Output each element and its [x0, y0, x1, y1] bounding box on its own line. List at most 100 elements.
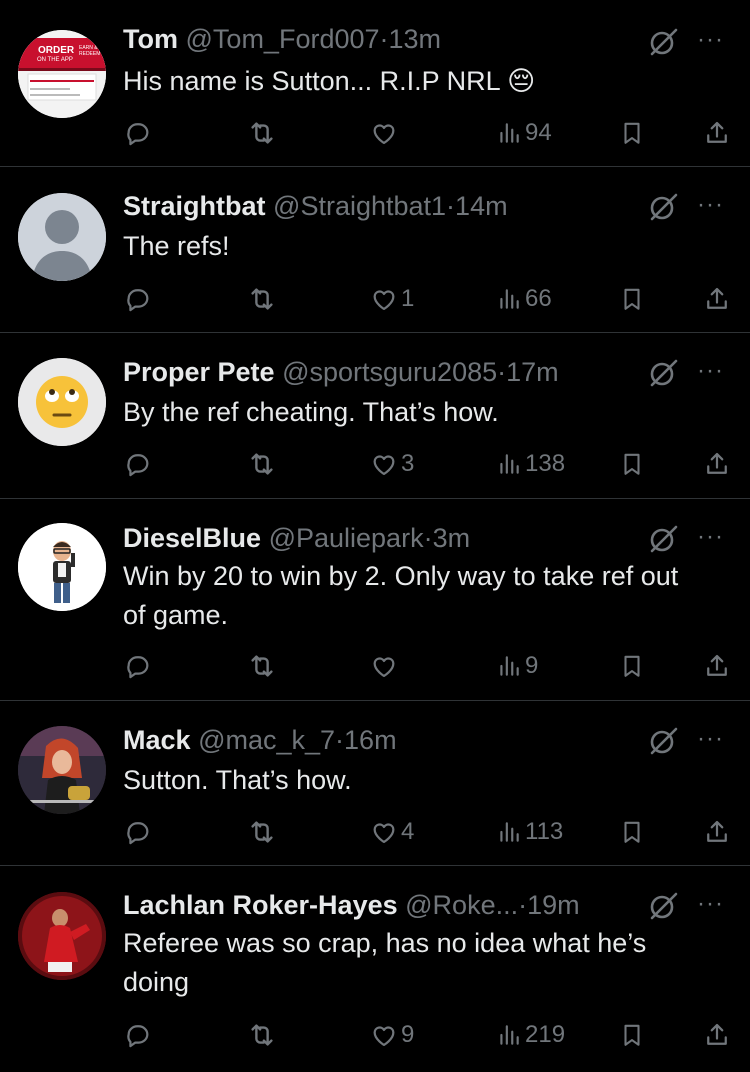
retweet-button[interactable]	[247, 1018, 280, 1052]
views-button[interactable]: 219	[496, 1018, 565, 1052]
timestamp[interactable]: 14m	[455, 191, 508, 221]
share-icon	[703, 818, 731, 846]
separator: ·	[335, 725, 345, 755]
bookmark-button[interactable]	[619, 815, 645, 849]
like-button[interactable]: 4	[370, 815, 414, 849]
more-icon[interactable]: ···	[697, 525, 724, 549]
share-button[interactable]	[703, 116, 731, 150]
tweet[interactable]: Lachlan Roker-Hayes @Roke...·19m Referee…	[0, 866, 750, 1072]
display-name[interactable]: DieselBlue	[123, 523, 261, 553]
retweet-button[interactable]	[247, 282, 280, 316]
tweet-actions: 1 66	[0, 282, 750, 316]
views-button[interactable]: 9	[496, 649, 538, 683]
tweet[interactable]: Mack @mac_k_7·16m Sutton. That’s how. ··…	[0, 701, 750, 866]
share-button[interactable]	[703, 1018, 731, 1052]
retweet-icon	[247, 651, 277, 681]
display-name[interactable]: Mack	[123, 725, 191, 755]
like-button[interactable]	[370, 116, 401, 150]
bookmark-button[interactable]	[619, 447, 645, 481]
more-icon[interactable]: ···	[697, 727, 724, 751]
avatar[interactable]	[18, 726, 106, 814]
tweet-actions: 4 113	[0, 815, 750, 849]
user-handle[interactable]: @Tom_Ford007	[186, 24, 380, 54]
reply-button[interactable]	[124, 447, 155, 481]
like-button[interactable]: 3	[370, 447, 414, 481]
timestamp[interactable]: 13m	[389, 24, 442, 54]
tweet[interactable]: DieselBlue @Pauliepark·3m Win by 20 to w…	[0, 499, 750, 701]
tweet[interactable]: Proper Pete @sportsguru2085·17m By the r…	[0, 333, 750, 499]
like-button[interactable]: 1	[370, 282, 414, 316]
more-icon[interactable]: ···	[697, 359, 724, 383]
share-button[interactable]	[703, 649, 731, 683]
timestamp[interactable]: 16m	[344, 725, 397, 755]
display-name[interactable]: Straightbat	[123, 191, 266, 221]
timestamp[interactable]: 19m	[527, 890, 580, 920]
views-button[interactable]: 138	[496, 447, 565, 481]
wrestler-photo-avatar	[18, 726, 106, 814]
retweet-icon	[247, 449, 277, 479]
bookmark-button[interactable]	[619, 282, 645, 316]
reply-button[interactable]	[124, 116, 155, 150]
retweet-button[interactable]	[247, 116, 280, 150]
avatar[interactable]	[18, 358, 106, 446]
share-button[interactable]	[703, 447, 731, 481]
grok-icon[interactable]	[647, 725, 679, 757]
bookmark-button[interactable]	[619, 1018, 645, 1052]
tweet-header: Proper Pete @sportsguru2085·17m	[123, 355, 559, 389]
view-count: 94	[525, 119, 552, 146]
default-avatar-image	[18, 193, 106, 281]
separator: ·	[497, 357, 507, 387]
reply-button[interactable]	[124, 282, 155, 316]
avatar[interactable]	[18, 193, 106, 281]
reply-button[interactable]	[124, 649, 155, 683]
more-icon[interactable]: ···	[697, 892, 724, 916]
user-handle[interactable]: @Roke...	[405, 890, 518, 920]
views-button[interactable]: 113	[496, 815, 563, 849]
display-name[interactable]: Lachlan Roker-Hayes	[123, 890, 398, 920]
grok-icon[interactable]	[647, 357, 679, 389]
timestamp[interactable]: 3m	[433, 523, 471, 553]
tweet-header: Mack @mac_k_7·16m	[123, 723, 397, 757]
views-button[interactable]: 66	[496, 282, 552, 316]
bookmark-button[interactable]	[619, 116, 645, 150]
heart-icon	[370, 818, 398, 846]
more-icon[interactable]: ···	[697, 28, 724, 52]
share-button[interactable]	[703, 282, 731, 316]
bookmark-icon	[619, 652, 645, 680]
like-button[interactable]	[370, 649, 401, 683]
bookmark-icon	[619, 119, 645, 147]
like-button[interactable]: 9	[370, 1018, 414, 1052]
views-button[interactable]: 94	[496, 116, 552, 150]
heart-icon	[370, 1021, 398, 1049]
tweet[interactable]: ORDER ON THE APP EARN & REDEEM Tom @Tom_…	[0, 0, 750, 167]
bookmark-button[interactable]	[619, 649, 645, 683]
grok-icon[interactable]	[647, 523, 679, 555]
more-icon[interactable]: ···	[697, 193, 724, 217]
share-button[interactable]	[703, 815, 731, 849]
bookmark-icon	[619, 1021, 645, 1049]
avatar[interactable]	[18, 523, 106, 611]
grok-icon[interactable]	[647, 191, 679, 223]
timestamp[interactable]: 17m	[506, 357, 559, 387]
tweet-header: Tom @Tom_Ford007·13m	[123, 22, 441, 56]
reply-button[interactable]	[124, 815, 155, 849]
grok-icon[interactable]	[647, 26, 679, 58]
user-handle[interactable]: @mac_k_7	[198, 725, 335, 755]
display-name[interactable]: Proper Pete	[123, 357, 275, 387]
grok-icon[interactable]	[647, 890, 679, 922]
user-handle[interactable]: @sportsguru2085	[282, 357, 497, 387]
user-handle[interactable]: @Straightbat1	[273, 191, 446, 221]
avatar[interactable]: ORDER ON THE APP EARN & REDEEM	[18, 30, 106, 118]
tweet-text: By the ref cheating. That’s how.	[123, 397, 499, 427]
reply-button[interactable]	[124, 1018, 155, 1052]
retweet-button[interactable]	[247, 447, 280, 481]
tweet[interactable]: Straightbat @Straightbat1·14m The refs! …	[0, 167, 750, 333]
retweet-button[interactable]	[247, 815, 280, 849]
retweet-button[interactable]	[247, 649, 280, 683]
avatar[interactable]	[18, 892, 106, 980]
user-handle[interactable]: @Pauliepark	[269, 523, 424, 553]
display-name[interactable]: Tom	[123, 24, 178, 54]
avatar-image	[18, 30, 106, 118]
tweet-text: Sutton. That’s how.	[123, 765, 352, 795]
avatar-text-earn: EARN & REDEEM	[79, 45, 101, 57]
